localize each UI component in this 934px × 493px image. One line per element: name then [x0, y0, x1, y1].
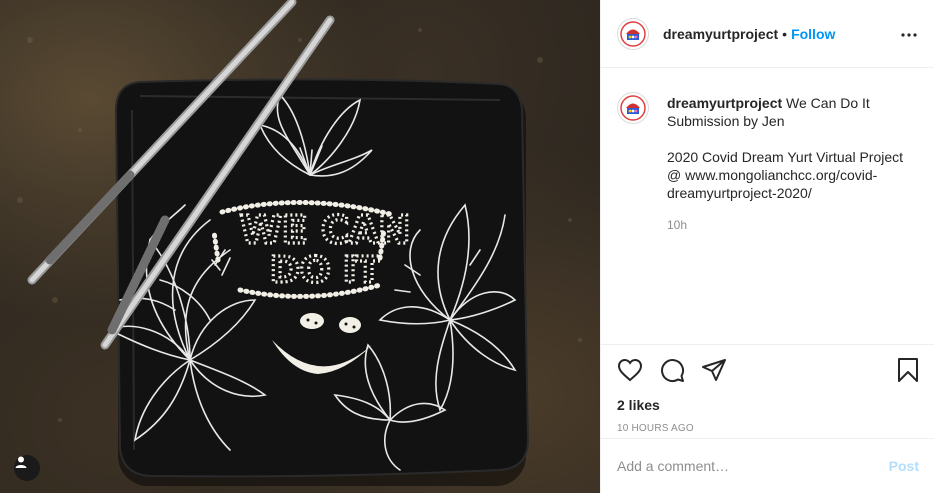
- plate-text-line1: WE CAN: [240, 208, 410, 252]
- comment-input[interactable]: [617, 458, 889, 474]
- plate-text-line2: DO IT: [270, 250, 381, 291]
- header-username[interactable]: dreamyurtproject: [663, 26, 778, 42]
- user-tag-icon[interactable]: [14, 455, 40, 481]
- actions-section: 2 likes 10 HOURS AGO: [601, 344, 934, 434]
- caption-avatar[interactable]: [617, 92, 649, 124]
- comment-box: Post: [601, 438, 934, 493]
- post-comment-button[interactable]: Post: [889, 458, 919, 474]
- plate-illustration: WE CAN DO IT: [17, 0, 582, 486]
- post-side-panel: dreamyurtproject • Follow dreamyurtproje…: [600, 0, 934, 493]
- post-header: dreamyurtproject • Follow: [601, 0, 934, 68]
- comment-icon[interactable]: [659, 357, 685, 383]
- avatar[interactable]: [617, 17, 649, 50]
- post-photo[interactable]: WE CAN DO IT: [0, 0, 600, 493]
- follow-button[interactable]: Follow: [791, 26, 835, 42]
- comments-area: dreamyurtproject We Can Do It Submission…: [601, 68, 934, 344]
- action-icons: [617, 355, 919, 385]
- caption-username[interactable]: dreamyurtproject: [667, 95, 782, 111]
- share-icon[interactable]: [701, 358, 727, 382]
- caption-time: 10h: [667, 218, 688, 232]
- separator-dot: •: [782, 25, 788, 42]
- caption-body: dreamyurtproject We Can Do It Submission…: [667, 94, 917, 234]
- caption: dreamyurtproject We Can Do It Submission…: [617, 84, 918, 234]
- dreamyurt-logo-icon: [620, 20, 646, 47]
- heart-icon[interactable]: [617, 358, 643, 382]
- dreamyurt-logo-icon: [620, 95, 646, 121]
- bookmark-icon[interactable]: [897, 357, 919, 383]
- post-timestamp[interactable]: 10 HOURS AGO: [617, 423, 919, 434]
- more-horizontal-icon[interactable]: [900, 25, 918, 43]
- likes-count[interactable]: 2 likes: [617, 397, 919, 413]
